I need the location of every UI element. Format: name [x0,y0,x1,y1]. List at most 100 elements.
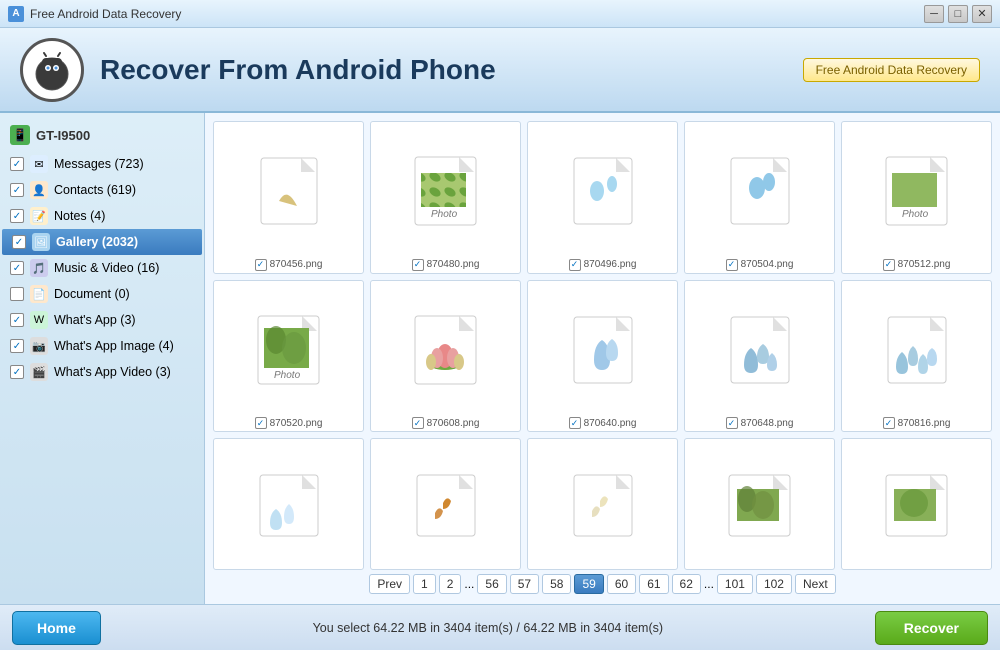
sidebar-item-whatsappvid[interactable]: 🎬 What's App Video (3) [0,359,204,385]
messages-checkbox[interactable] [10,157,24,171]
sidebar-item-notes[interactable]: 📝 Notes (4) [0,203,204,229]
thumb-img-870608 [375,285,516,416]
thumb-filename-870504: 870504.png [741,259,794,270]
thumb-cb-870640[interactable] [569,417,581,429]
thumb-filename-870648: 870648.png [741,418,794,429]
thumb-img-870496 [532,126,673,257]
notes-icon: 📝 [30,207,48,225]
thumb-cb-870816[interactable] [883,417,895,429]
page-2[interactable]: 2 [439,574,462,594]
thumb-filename-870816: 870816.png [898,418,951,429]
sidebar-item-contacts[interactable]: 👤 Contacts (619) [0,177,204,203]
thumb-870520[interactable]: Photo 870520.png [213,280,364,433]
thumb-img-870520: Photo [218,285,359,416]
prev-button[interactable]: Prev [369,574,410,594]
thumb-cb-870512[interactable] [883,259,895,271]
whatsapp-label: What's App (3) [54,313,196,327]
contacts-checkbox[interactable] [10,183,24,197]
thumb-cb-870648[interactable] [726,417,738,429]
gallery-label: Gallery (2032) [56,235,194,249]
document-checkbox[interactable] [10,287,24,301]
thumb-cb-870504[interactable] [726,259,738,271]
thumb-870512[interactable]: Photo 870512.png [841,121,992,274]
thumb-filename-870456: 870456.png [270,259,323,270]
minimize-button[interactable]: ─ [924,5,944,23]
messages-icon: ✉ [30,155,48,173]
musicvideo-icon: 🎵 [30,259,48,277]
thumb-870648[interactable]: 870648.png [684,280,835,433]
sidebar-item-messages[interactable]: ✉ Messages (723) [0,151,204,177]
whatsapp-checkbox[interactable] [10,313,24,327]
page-61[interactable]: 61 [639,574,668,594]
gallery-checkbox[interactable] [12,235,26,249]
thumb-row3-1[interactable] [213,438,364,570]
thumb-870496[interactable]: 870496.png [527,121,678,274]
thumb-cb-870520[interactable] [255,417,267,429]
page-title: Recover From Android Phone [100,54,496,86]
titlebar: A Free Android Data Recovery ─ □ ✕ [0,0,1000,28]
thumb-filename-870480: 870480.png [427,259,480,270]
sidebar-item-document[interactable]: 📄 Document (0) [0,281,204,307]
thumb-870456[interactable]: 870456.png [213,121,364,274]
ellipsis-2: ... [704,577,714,591]
whatsappvid-checkbox[interactable] [10,365,24,379]
thumb-img-870456 [218,126,359,257]
sidebar-item-musicvideo[interactable]: 🎵 Music & Video (16) [0,255,204,281]
thumb-row3-4[interactable] [684,438,835,570]
next-button[interactable]: Next [795,574,836,594]
thumb-870640[interactable]: 870640.png [527,280,678,433]
whatsappvid-label: What's App Video (3) [54,365,196,379]
page-58[interactable]: 58 [542,574,571,594]
thumb-870480[interactable]: Photo 870480.png [370,121,521,274]
recover-button[interactable]: Recover [875,611,988,645]
svg-text:Photo: Photo [431,209,458,220]
page-101[interactable]: 101 [717,574,753,594]
thumb-img-row3-5 [846,443,987,567]
main-area: 📱 GT-I9500 ✉ Messages (723) 👤 Contacts (… [0,113,1000,604]
svg-text:Photo: Photo [274,370,301,381]
whatsappimg-label: What's App Image (4) [54,339,196,353]
thumb-filename-870496: 870496.png [584,259,637,270]
document-label: Document (0) [54,287,196,301]
thumb-cb-870456[interactable] [255,259,267,271]
thumb-row3-5[interactable] [841,438,992,570]
whatsappimg-checkbox[interactable] [10,339,24,353]
thumb-row3-2[interactable] [370,438,521,570]
thumb-img-870512: Photo [846,126,987,257]
thumb-870504[interactable]: 870504.png [684,121,835,274]
notes-label: Notes (4) [54,209,196,223]
thumb-870816[interactable]: 870816.png [841,280,992,433]
thumb-cb-870496[interactable] [569,259,581,271]
product-badge: Free Android Data Recovery [803,58,980,82]
page-56[interactable]: 56 [477,574,506,594]
musicvideo-label: Music & Video (16) [54,261,196,275]
sidebar-item-whatsappimg[interactable]: 📷 What's App Image (4) [0,333,204,359]
page-60[interactable]: 60 [607,574,636,594]
page-102[interactable]: 102 [756,574,792,594]
page-57[interactable]: 57 [510,574,539,594]
svg-text:Photo: Photo [902,209,929,220]
thumb-img-870504 [689,126,830,257]
page-62[interactable]: 62 [672,574,701,594]
thumb-img-870640 [532,285,673,416]
device-icon: 📱 [10,125,30,145]
page-59[interactable]: 59 [574,574,603,594]
notes-checkbox[interactable] [10,209,24,223]
image-grid: 870456.png Photo [213,121,992,570]
thumb-870608[interactable]: 870608.png [370,280,521,433]
sidebar-item-gallery[interactable]: 🖼 Gallery (2032) [2,229,202,255]
thumb-row3-3[interactable] [527,438,678,570]
sidebar-item-whatsapp[interactable]: W What's App (3) [0,307,204,333]
maximize-button[interactable]: □ [948,5,968,23]
page-1[interactable]: 1 [413,574,436,594]
thumb-cb-870480[interactable] [412,259,424,271]
ellipsis-1: ... [464,577,474,591]
thumb-img-row3-2 [375,443,516,567]
status-text: You select 64.22 MB in 3404 item(s) / 64… [111,621,865,635]
close-button[interactable]: ✕ [972,5,992,23]
messages-label: Messages (723) [54,157,196,171]
home-button[interactable]: Home [12,611,101,645]
thumb-filename-870640: 870640.png [584,418,637,429]
musicvideo-checkbox[interactable] [10,261,24,275]
thumb-cb-870608[interactable] [412,417,424,429]
